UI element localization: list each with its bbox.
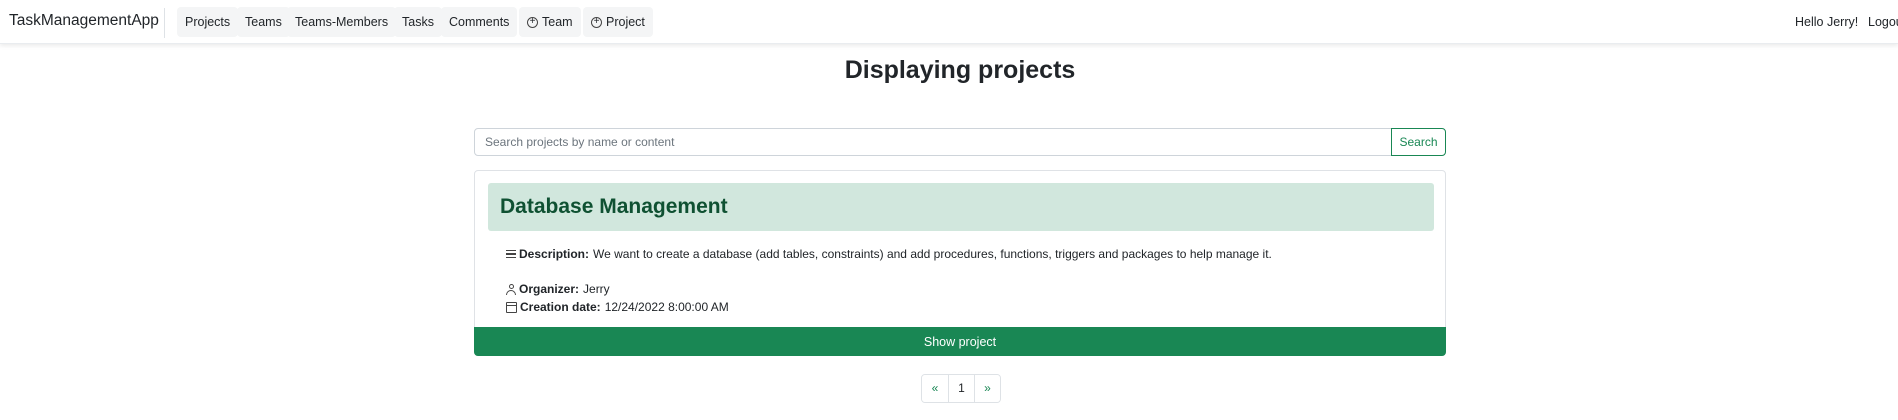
pagination-prev[interactable]: « xyxy=(922,375,948,402)
brand-link[interactable]: TaskManagementApp xyxy=(9,12,159,30)
plus-circle-icon: + xyxy=(527,16,538,28)
nav-projects-label: Projects xyxy=(185,15,231,29)
nav-add-team-label: Team xyxy=(542,15,573,29)
pagination-page-1[interactable]: 1 xyxy=(948,375,974,402)
nav-add-project[interactable]: + Project xyxy=(583,7,653,37)
nav-projects[interactable]: Projects xyxy=(177,7,239,37)
search-input[interactable] xyxy=(474,128,1392,156)
pagination-next[interactable]: » xyxy=(974,375,1000,402)
project-title: Database Management xyxy=(500,195,728,218)
creation-date-value: 12/24/2022 8:00:00 AM xyxy=(604,300,729,314)
navbar-divider xyxy=(164,8,165,38)
organizer-label: Organizer: xyxy=(519,282,580,296)
project-organizer: Organizer: Jerry xyxy=(506,282,610,296)
nav-comments-label: Comments xyxy=(449,15,510,29)
project-description: Description: We want to create a databas… xyxy=(506,247,1272,261)
nav-comments[interactable]: Comments xyxy=(441,7,518,37)
logout-link[interactable]: Logout xyxy=(1868,15,1898,29)
calendar-icon xyxy=(506,301,517,313)
top-navbar: TaskManagementApp Projects Teams Teams-M… xyxy=(0,0,1898,44)
person-icon xyxy=(506,283,516,295)
nav-tasks-label: Tasks xyxy=(402,15,434,29)
creation-date-label: Creation date: xyxy=(520,300,601,314)
search-button[interactable]: Search xyxy=(1391,128,1446,156)
list-icon xyxy=(506,249,516,259)
nav-add-team[interactable]: + Team xyxy=(519,7,581,37)
pagination: « 1 » xyxy=(921,374,1001,403)
page-title: Displaying projects xyxy=(844,56,1076,84)
nav-add-project-label: Project xyxy=(606,15,645,29)
nav-teams[interactable]: Teams xyxy=(237,7,290,37)
nav-tasks[interactable]: Tasks xyxy=(394,7,442,37)
organizer-value: Jerry xyxy=(583,282,610,296)
nav-teams-members-label: Teams-Members xyxy=(295,15,389,29)
show-project-button[interactable]: Show project xyxy=(474,327,1446,356)
nav-teams-label: Teams xyxy=(245,15,282,29)
project-card-header: Database Management xyxy=(488,183,1434,231)
project-creation-date: Creation date: 12/24/2022 8:00:00 AM xyxy=(506,300,729,314)
description-text: We want to create a database (add tables… xyxy=(593,247,1272,261)
description-label: Description: xyxy=(519,247,590,261)
plus-circle-icon: + xyxy=(591,16,602,28)
nav-teams-members[interactable]: Teams-Members xyxy=(287,7,397,37)
greeting-text: Hello Jerry! xyxy=(1795,15,1859,29)
